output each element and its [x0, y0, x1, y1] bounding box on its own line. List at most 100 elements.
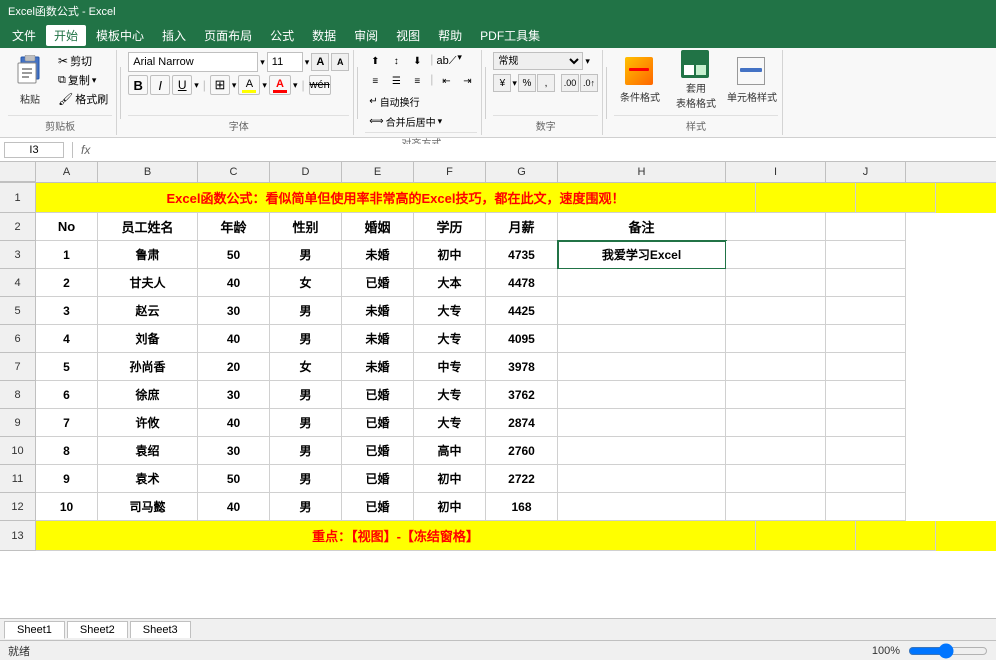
cell-12-gender[interactable]: 男	[270, 493, 342, 521]
align-left-button[interactable]: ≡	[365, 72, 385, 90]
cell-notes-header[interactable]: 备注	[558, 213, 726, 241]
sheet-tab-2[interactable]: Sheet2	[67, 621, 128, 638]
cell-5-education[interactable]: 大专	[414, 297, 486, 325]
cell-salary-header[interactable]: 月薪	[486, 213, 558, 241]
cell-age-header[interactable]: 年龄	[198, 213, 270, 241]
comma-button[interactable]: ,	[537, 74, 555, 92]
cell-7-education[interactable]: 中专	[414, 353, 486, 381]
cell-7-marriage[interactable]: 未婚	[342, 353, 414, 381]
cell-3-marriage[interactable]: 未婚	[342, 241, 414, 269]
decrease-decimal-button[interactable]: .00	[561, 74, 579, 92]
row-num-9[interactable]: 9	[0, 409, 36, 437]
cell-11-no[interactable]: 9	[36, 465, 98, 493]
cell-8-marriage[interactable]: 已婚	[342, 381, 414, 409]
row-num-3[interactable]: 3	[0, 241, 36, 269]
cell-marriage-header[interactable]: 婚姻	[342, 213, 414, 241]
cell-6-notes[interactable]	[558, 325, 726, 353]
cell-10-i[interactable]	[726, 437, 826, 465]
cell-9-education[interactable]: 大专	[414, 409, 486, 437]
cell-4-gender[interactable]: 女	[270, 269, 342, 297]
row-num-6[interactable]: 6	[0, 325, 36, 353]
cell-4-age[interactable]: 40	[198, 269, 270, 297]
cell-gender-header[interactable]: 性别	[270, 213, 342, 241]
cell-r13-i[interactable]	[756, 521, 856, 551]
underline-dropdown[interactable]: ▾	[194, 80, 199, 91]
cell-6-no[interactable]: 4	[36, 325, 98, 353]
cell-8-gender[interactable]: 男	[270, 381, 342, 409]
increase-indent-button[interactable]: ⇥	[457, 72, 477, 90]
col-header-d[interactable]: C	[198, 162, 270, 182]
cell-3-salary[interactable]: 4735	[486, 241, 558, 269]
cell-7-j[interactable]	[826, 353, 906, 381]
row-num-8[interactable]: 8	[0, 381, 36, 409]
cell-10-name[interactable]: 袁绍	[98, 437, 198, 465]
row-num-2[interactable]: 2	[0, 213, 36, 241]
cell-9-salary[interactable]: 2874	[486, 409, 558, 437]
cell-styles-button[interactable]: 单元格样式	[726, 52, 778, 108]
currency-dropdown[interactable]: ▾	[512, 78, 517, 89]
cell-12-education[interactable]: 初中	[414, 493, 486, 521]
menu-review[interactable]: 审阅	[346, 25, 386, 46]
cell-name-header[interactable]: 员工姓名	[98, 213, 198, 241]
number-format-select[interactable]: 常规	[493, 52, 583, 70]
cell-12-j[interactable]	[826, 493, 906, 521]
cell-10-gender[interactable]: 男	[270, 437, 342, 465]
cell-no-header[interactable]: No	[36, 213, 98, 241]
cell-10-notes[interactable]	[558, 437, 726, 465]
cell-12-no[interactable]: 10	[36, 493, 98, 521]
cell-6-marriage[interactable]: 未婚	[342, 325, 414, 353]
cell-6-name[interactable]: 刘备	[98, 325, 198, 353]
menu-help[interactable]: 帮助	[430, 25, 470, 46]
cell-7-age[interactable]: 20	[198, 353, 270, 381]
increase-decimal-button[interactable]: .0↑	[580, 74, 598, 92]
font-size-dropdown-icon[interactable]: ▾	[305, 57, 310, 68]
cell-4-j[interactable]	[826, 269, 906, 297]
cell-11-gender[interactable]: 男	[270, 465, 342, 493]
border-dropdown[interactable]: ▾	[232, 80, 237, 91]
cell-7-no[interactable]: 5	[36, 353, 98, 381]
cell-5-i[interactable]	[726, 297, 826, 325]
cell-4-no[interactable]: 2	[36, 269, 98, 297]
merge-center-button[interactable]: ⟺ 合并后居中 ▾	[365, 112, 446, 130]
cell-6-i[interactable]	[726, 325, 826, 353]
cell-8-j[interactable]	[826, 381, 906, 409]
number-format-dropdown[interactable]: ▾	[585, 56, 590, 67]
copy-button[interactable]: ⧉ 复制 ▾	[54, 71, 112, 89]
cell-12-age[interactable]: 40	[198, 493, 270, 521]
border-button[interactable]: ⊞	[210, 75, 230, 95]
cell-r2-j[interactable]	[826, 213, 906, 241]
percent-button[interactable]: %	[518, 74, 536, 92]
banner-cell[interactable]: Excel函数公式：看似简单但使用率非常高的Excel技巧，都在此文，速度围观！	[36, 183, 756, 213]
cell-6-j[interactable]	[826, 325, 906, 353]
cell-10-no[interactable]: 8	[36, 437, 98, 465]
row-num-5[interactable]: 5	[0, 297, 36, 325]
cell-9-age[interactable]: 40	[198, 409, 270, 437]
row-num-4[interactable]: 4	[0, 269, 36, 297]
cell-4-i[interactable]	[726, 269, 826, 297]
cell-11-i[interactable]	[726, 465, 826, 493]
cell-r2-i[interactable]	[726, 213, 826, 241]
cell-12-i[interactable]	[726, 493, 826, 521]
cell-r1-j[interactable]	[856, 183, 936, 213]
cell-r1-i[interactable]	[756, 183, 856, 213]
font-name-dropdown-icon[interactable]: ▾	[260, 57, 265, 68]
font-size-input[interactable]	[267, 52, 303, 72]
cell-6-salary[interactable]: 4095	[486, 325, 558, 353]
align-right-button[interactable]: ≡	[407, 72, 427, 90]
zoom-slider[interactable]	[908, 643, 988, 659]
cell-7-i[interactable]	[726, 353, 826, 381]
font-color-button[interactable]: A	[269, 75, 291, 95]
col-header-e[interactable]: D	[270, 162, 342, 182]
cell-10-j[interactable]	[826, 437, 906, 465]
cell-10-age[interactable]: 30	[198, 437, 270, 465]
menu-insert[interactable]: 插入	[154, 25, 194, 46]
cell-3-gender[interactable]: 男	[270, 241, 342, 269]
cell-12-marriage[interactable]: 已婚	[342, 493, 414, 521]
cell-r13-j[interactable]	[856, 521, 936, 551]
cell-6-gender[interactable]: 男	[270, 325, 342, 353]
italic-button[interactable]: I	[150, 75, 170, 95]
col-header-b[interactable]: A	[36, 162, 98, 182]
menu-layout[interactable]: 页面布局	[196, 25, 260, 46]
bottom-banner-cell[interactable]: 重点：【视图】-【冻结窗格】	[36, 521, 756, 551]
cell-9-i[interactable]	[726, 409, 826, 437]
